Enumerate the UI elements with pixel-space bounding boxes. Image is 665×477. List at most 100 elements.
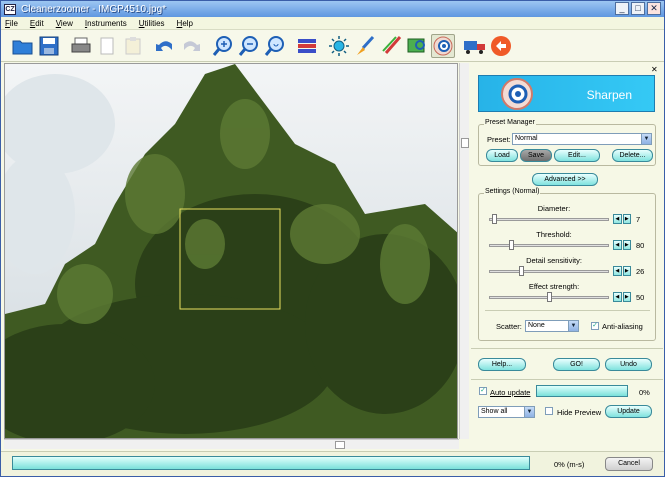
auto-update-progress <box>536 385 628 397</box>
brightness-icon[interactable] <box>327 34 351 58</box>
preset-manager-label: Preset Manager <box>484 119 536 126</box>
scatter-value: None <box>528 322 545 329</box>
maximize-button[interactable]: □ <box>631 2 645 15</box>
help-button[interactable]: Help... <box>478 358 526 371</box>
setting-slider[interactable] <box>489 214 609 224</box>
hide-preview-label: Hide Preview <box>557 408 602 417</box>
decrease-icon[interactable]: ◀ <box>613 240 622 250</box>
horizontal-scroll-thumb[interactable] <box>335 441 345 449</box>
slider-knob[interactable] <box>518 266 524 276</box>
slider-knob[interactable] <box>492 214 498 224</box>
title-bar[interactable]: CZ Cleanerzoomer - IMGP4510.jpg* _ □ ✕ <box>1 1 664 17</box>
preset-value: Normal <box>515 135 538 142</box>
slider-knob[interactable] <box>508 240 514 250</box>
load-button[interactable]: Load <box>486 149 518 162</box>
slider-label: Threshold: <box>536 230 572 239</box>
go-button[interactable]: GO! <box>553 358 600 371</box>
slider-stepper[interactable]: ◀ ▶ <box>613 214 631 224</box>
layers-icon[interactable] <box>295 34 319 58</box>
banner-title: Sharpen <box>586 88 632 102</box>
print-icon[interactable] <box>69 34 93 58</box>
minimize-button[interactable]: _ <box>615 2 629 15</box>
auto-update-checkbox[interactable]: ✓ <box>479 387 487 395</box>
copy-icon[interactable] <box>95 34 119 58</box>
antialias-checkbox[interactable]: ✓ <box>591 322 599 330</box>
slider-track <box>489 218 609 221</box>
preset-select[interactable]: Normal ▼ <box>512 133 652 145</box>
sharpen-icon[interactable] <box>431 33 455 58</box>
update-button[interactable]: Update <box>605 405 652 418</box>
menu-help[interactable]: Help <box>177 19 193 28</box>
menu-file[interactable]: File <box>5 19 18 28</box>
close-panel-icon[interactable]: ✕ <box>651 65 658 74</box>
setting-slider[interactable] <box>489 240 609 250</box>
slider-knob[interactable] <box>546 292 552 302</box>
image-canvas[interactable] <box>4 63 458 439</box>
truck-icon[interactable] <box>463 34 487 58</box>
sharpen-logo-icon <box>501 78 533 110</box>
preset-label: Preset: <box>487 135 511 144</box>
slider-value: 7 <box>636 215 641 224</box>
slider-value: 50 <box>636 293 645 302</box>
delete-button[interactable]: Delete... <box>612 149 653 162</box>
chevron-down-icon: ▼ <box>641 134 651 144</box>
menu-edit[interactable]: Edit <box>30 19 44 28</box>
slider-label: Diameter: <box>537 204 571 213</box>
auto-update-percent: 0% <box>639 388 650 397</box>
slider-stepper[interactable]: ◀ ▶ <box>613 240 631 250</box>
status-bar: 0% (m-s) Cancel <box>1 451 664 476</box>
crop-icon[interactable] <box>405 34 429 58</box>
antialias-label: Anti-aliasing <box>602 322 643 331</box>
open-folder-icon[interactable] <box>11 34 35 58</box>
close-button[interactable]: ✕ <box>647 2 661 15</box>
decrease-icon[interactable]: ◀ <box>613 292 622 302</box>
slider-track <box>489 270 609 273</box>
settings-label: Settings (Normal) <box>484 188 541 195</box>
slider-stepper[interactable]: ◀ ▶ <box>613 266 631 276</box>
brush-icon[interactable] <box>353 34 377 58</box>
hide-preview-checkbox[interactable] <box>545 407 553 415</box>
save-preset-button[interactable]: Save <box>520 149 552 162</box>
setting-slider[interactable] <box>489 266 609 276</box>
menu-instruments[interactable]: Instruments <box>85 19 127 28</box>
app-icon: CZ <box>4 3 16 15</box>
save-icon[interactable] <box>37 34 61 58</box>
redo-icon[interactable] <box>179 34 203 58</box>
increase-icon[interactable]: ▶ <box>622 292 631 302</box>
back-arrow-icon[interactable] <box>489 34 513 58</box>
zoom-fit-icon[interactable] <box>263 34 287 58</box>
menu-view[interactable]: View <box>56 19 73 28</box>
decrease-icon[interactable]: ◀ <box>613 214 622 224</box>
horizontal-scrollbar[interactable] <box>4 439 459 449</box>
slider-value: 80 <box>636 241 645 250</box>
menu-bar: File Edit View Instruments Utilities Hel… <box>1 17 664 30</box>
app-window: CZ Cleanerzoomer - IMGP4510.jpg* _ □ ✕ F… <box>0 0 665 477</box>
preset-manager-group: Preset Manager Preset: Normal ▼ Load Sav… <box>478 119 656 166</box>
show-all-select[interactable]: Show all ▼ <box>478 406 535 418</box>
vertical-scrollbar[interactable] <box>459 63 469 439</box>
advanced-button[interactable]: Advanced >> <box>532 173 598 186</box>
cancel-button[interactable]: Cancel <box>605 457 653 471</box>
decrease-icon[interactable]: ◀ <box>613 266 622 276</box>
menu-utilities[interactable]: Utilities <box>139 19 165 28</box>
status-text: 0% (m-s) <box>554 460 585 469</box>
zoom-in-icon[interactable] <box>211 34 235 58</box>
undo-button[interactable]: Undo <box>605 358 652 371</box>
slider-stepper[interactable]: ◀ ▶ <box>613 292 631 302</box>
vertical-scroll-thumb[interactable] <box>461 138 469 148</box>
setting-slider[interactable] <box>489 292 609 302</box>
slider-label: Effect strength: <box>528 282 580 291</box>
color-brush-icon[interactable] <box>379 34 403 58</box>
slider-value: 26 <box>636 267 645 276</box>
increase-icon[interactable]: ▶ <box>622 266 631 276</box>
edit-button[interactable]: Edit... <box>554 149 600 162</box>
paste-icon[interactable] <box>121 34 145 58</box>
zoom-out-icon[interactable] <box>237 34 261 58</box>
undo-icon[interactable] <box>153 34 177 58</box>
toolbar <box>1 30 664 62</box>
increase-icon[interactable]: ▶ <box>622 214 631 224</box>
main-progress-bar <box>12 456 530 470</box>
tree-photo <box>5 64 457 438</box>
scatter-select[interactable]: None ▼ <box>525 320 579 332</box>
increase-icon[interactable]: ▶ <box>622 240 631 250</box>
